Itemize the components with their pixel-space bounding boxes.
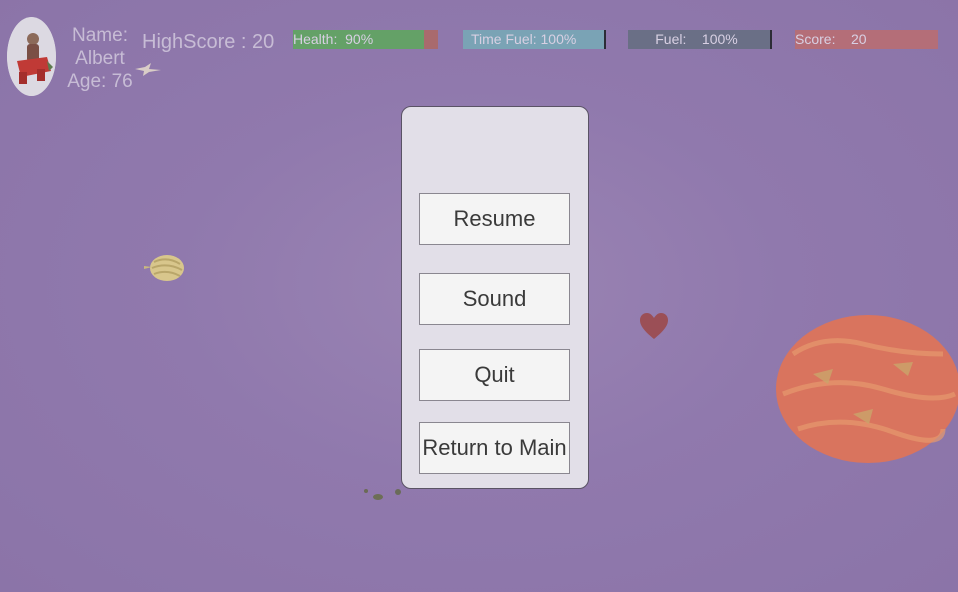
- return-to-main-button[interactable]: Return to Main: [419, 422, 570, 474]
- player-age: Age: 76: [67, 71, 133, 92]
- name-label: Name:: [72, 25, 128, 46]
- player-avatar: [7, 17, 56, 96]
- health-bar: Health: 90%: [293, 30, 438, 49]
- fuel-tick: [770, 30, 772, 49]
- heart-pickup-icon: [640, 313, 668, 339]
- fuel-label: Fuel: 100%: [628, 31, 738, 47]
- player-info: Name: Albert Age: 76: [60, 24, 140, 93]
- time-fuel-label: Time Fuel: 100%: [471, 31, 577, 47]
- score-bar: Score: 20: [795, 30, 938, 49]
- game-scene: Name: Albert Age: 76 HighScore : 20 Heal…: [0, 0, 958, 592]
- player-portrait-icon: [7, 17, 56, 96]
- bird-sprite-icon: [135, 63, 161, 76]
- planet-asteroid-icon: [776, 315, 958, 463]
- debris-sprite-icon: [364, 489, 401, 500]
- time-fuel-tick: [604, 30, 606, 49]
- player-name: Albert: [75, 48, 125, 69]
- health-label: Health: 90%: [293, 31, 374, 47]
- fuel-bar: Fuel: 100%: [628, 30, 772, 49]
- resume-button[interactable]: Resume: [419, 193, 570, 245]
- time-fuel-bar: Time Fuel: 100%: [463, 30, 606, 49]
- pause-menu-panel: Resume Sound Quit Return to Main: [401, 106, 589, 489]
- highscore-text: HighScore : 20: [142, 31, 275, 53]
- sound-button[interactable]: Sound: [419, 273, 570, 325]
- quit-button[interactable]: Quit: [419, 349, 570, 401]
- score-label: Score: 20: [795, 31, 867, 47]
- shell-sprite-icon: [144, 255, 184, 281]
